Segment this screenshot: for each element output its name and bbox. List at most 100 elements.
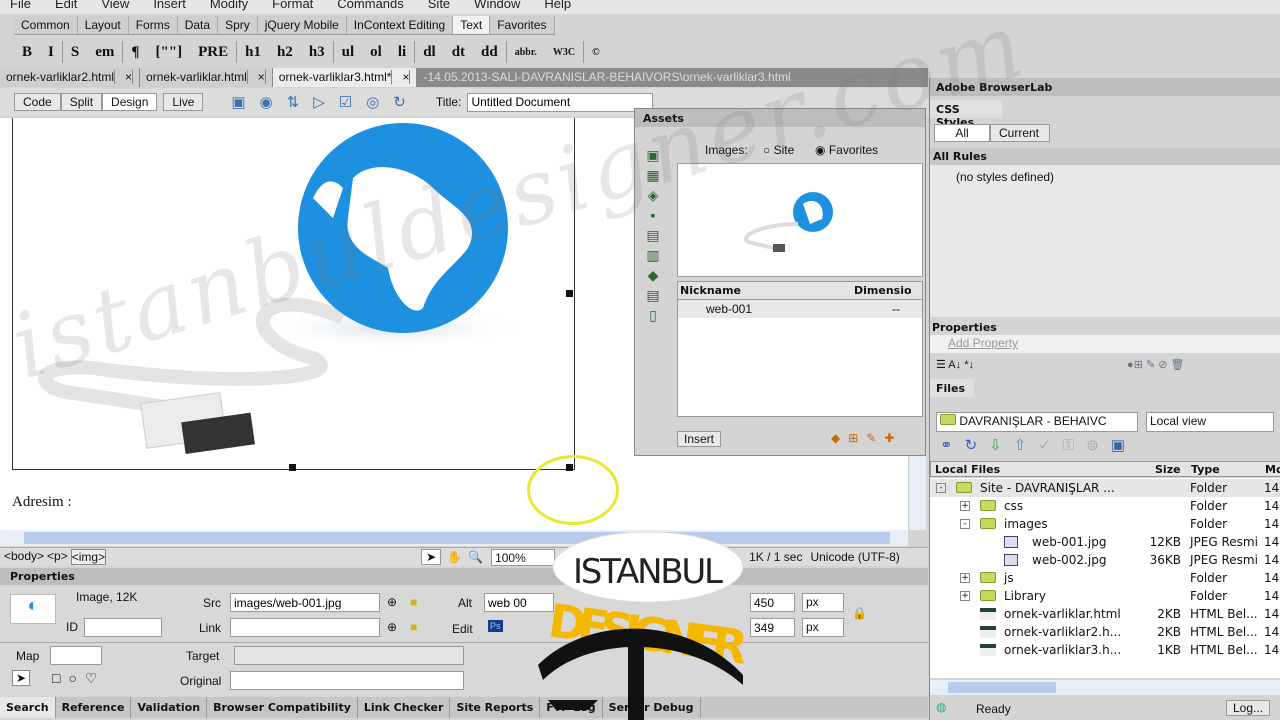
target-select[interactable] — [234, 646, 464, 665]
toolbar-icons[interactable]: ▣◉⇅▷☑◎↻ — [231, 93, 419, 111]
tag-selector[interactable]: <body> — [4, 549, 44, 565]
toolbar-button[interactable]: © — [584, 47, 607, 58]
rules-list[interactable]: (no styles defined) — [930, 165, 1280, 317]
expand-icon[interactable]: + — [960, 501, 970, 511]
tag-selector[interactable]: <p> — [47, 549, 68, 565]
select-tool-icon[interactable]: ➤ — [421, 549, 442, 565]
files-tab[interactable]: Files — [930, 379, 974, 397]
link-input[interactable] — [230, 618, 380, 637]
insert-tab[interactable]: Favorites — [490, 16, 555, 34]
view-select[interactable]: Local view — [1146, 412, 1274, 432]
toolbar-button[interactable]: h2 — [269, 44, 301, 61]
insert-tab[interactable]: Layout — [78, 16, 129, 34]
toolbar-button[interactable]: dt — [444, 44, 473, 61]
log-button[interactable]: Log... — [1226, 700, 1271, 716]
toolbar-button[interactable]: abbr. — [507, 47, 545, 58]
photoshop-edit-icon[interactable]: Ps — [488, 620, 503, 632]
asset-category-icons[interactable]: ▣ ▦ ◈ ▪ ▤ ▥ ◆ ▤ ▯ — [639, 145, 667, 335]
file-row[interactable]: ornek-varliklar3.h... 1KB HTML Bel... 14 — [930, 641, 1280, 659]
tag-selector[interactable]: <img> — [70, 549, 107, 565]
selected-image[interactable] — [12, 118, 575, 470]
view-live-button[interactable]: Live — [163, 93, 204, 111]
pointer-hotspot-icon[interactable]: ➤ — [12, 670, 31, 686]
results-tab[interactable]: Reference — [56, 697, 132, 718]
insert-tab[interactable]: Data — [178, 16, 219, 34]
map-input[interactable] — [50, 646, 102, 665]
menu-help[interactable]: Help — [534, 0, 585, 14]
files-horizontal-scrollbar[interactable] — [930, 680, 1280, 695]
resize-handle[interactable] — [566, 290, 573, 297]
original-input[interactable] — [230, 671, 464, 690]
type-header[interactable]: Type — [1191, 463, 1220, 476]
id-input[interactable] — [84, 618, 162, 637]
results-tab[interactable]: Link Checker — [358, 697, 451, 718]
hotspot-tools-icon[interactable]: □○♡ — [52, 670, 105, 687]
toolbar-button[interactable]: li — [390, 44, 414, 61]
menu-modify[interactable]: Modify — [200, 0, 262, 14]
insert-tab[interactable]: InContext Editing — [347, 16, 454, 34]
file-row[interactable]: + js Folder 14 — [930, 569, 1280, 587]
all-button[interactable]: All — [934, 124, 990, 142]
menu-commands[interactable]: Commands — [327, 0, 417, 14]
close-icon[interactable]: × — [392, 70, 411, 84]
file-row[interactable]: - Site - DAVRANIŞLAR ... Folder 14 — [930, 479, 1280, 497]
document-tab[interactable]: ornek-varliklar.html × — [140, 68, 273, 87]
add-property-link[interactable]: Add Property — [930, 335, 1280, 353]
point-to-file-icon[interactable]: ⊕ — [387, 595, 397, 609]
dimension-header[interactable]: Dimensio — [852, 282, 914, 299]
size-header[interactable]: Size — [1155, 463, 1181, 476]
local-files-header[interactable]: Local Files — [935, 463, 1000, 476]
file-row[interactable]: ornek-varliklar2.h... 2KB HTML Bel... 14 — [930, 623, 1280, 641]
file-row[interactable]: web-001.jpg 12KB JPEG Resmi 14 — [930, 533, 1280, 551]
browse-folder-icon[interactable]: ■ — [410, 620, 417, 634]
toolbar-button[interactable]: B — [14, 44, 40, 61]
toolbar-button[interactable]: ol — [362, 44, 390, 61]
insert-tab[interactable]: jQuery Mobile — [258, 16, 347, 34]
resize-handle[interactable] — [289, 464, 296, 471]
close-icon[interactable]: × — [247, 70, 266, 84]
toolbar-button[interactable]: S — [63, 44, 87, 61]
menu-view[interactable]: View — [91, 0, 143, 14]
toolbar-button[interactable]: I — [40, 44, 62, 61]
height-unit-select[interactable]: px — [802, 618, 844, 637]
browserlab-tab[interactable]: Adobe BrowserLab — [930, 78, 1280, 96]
nickname-header[interactable]: Nickname — [678, 282, 852, 299]
results-tab[interactable]: Search — [0, 697, 56, 718]
css-toolbar-icons[interactable]: ☰ A↓ *↓ ●⊞ ✎ ⊘ 🗑 — [930, 353, 1280, 379]
horizontal-scrollbar[interactable] — [0, 530, 908, 546]
hand-tool-icon[interactable]: ✋ — [447, 550, 462, 564]
insert-button[interactable]: Insert — [677, 431, 722, 447]
expand-icon[interactable]: - — [960, 519, 970, 529]
menu-edit[interactable]: Edit — [45, 0, 91, 14]
view-design-button[interactable]: Design — [102, 93, 158, 111]
asset-actions-icons[interactable]: ◆⊞✎✚ — [831, 431, 902, 445]
file-row[interactable]: + css Folder 14 — [930, 497, 1280, 515]
asset-row[interactable]: web-001 -- — [678, 300, 922, 318]
close-icon[interactable]: × — [115, 70, 134, 84]
toolbar-button[interactable]: h3 — [301, 44, 333, 61]
file-row[interactable]: - images Folder 14 — [930, 515, 1280, 533]
menu-file[interactable]: File — [0, 0, 45, 14]
document-tab[interactable]: ornek-varliklar3.html* × — [272, 68, 418, 87]
css-styles-tab[interactable]: CSS Styles — [930, 100, 1002, 129]
toolbar-button[interactable]: ¶ — [123, 44, 147, 61]
browse-folder-icon[interactable]: ■ — [410, 595, 417, 609]
view-split-button[interactable]: Split — [60, 93, 103, 111]
files-toolbar-icons[interactable]: ⚭↻⇩⇧✓⚿⊚▣ — [940, 436, 1137, 454]
insert-tab[interactable]: Forms — [129, 16, 178, 34]
site-select[interactable]: DAVRANIŞLAR - BEHAIVC — [936, 412, 1138, 432]
toolbar-button[interactable]: W3C — [545, 47, 583, 58]
favorites-radio[interactable]: ◉ Favorites — [815, 143, 878, 157]
width-unit-select[interactable]: px — [802, 593, 844, 612]
file-row[interactable]: + Library Folder 14 — [930, 587, 1280, 605]
toolbar-button[interactable]: em — [87, 44, 122, 61]
results-tab[interactable]: Site Reports — [450, 697, 541, 718]
toolbar-button[interactable]: dl — [415, 44, 444, 61]
toolbar-button[interactable]: h1 — [237, 44, 269, 61]
current-button[interactable]: Current — [990, 124, 1050, 142]
insert-tab[interactable]: Text — [453, 16, 491, 34]
document-tab[interactable]: ornek-varliklar2.html × — [0, 68, 141, 87]
toolbar-button[interactable]: ul — [334, 44, 363, 61]
insert-tab[interactable]: Spry — [218, 16, 258, 34]
view-code-button[interactable]: Code — [14, 93, 61, 111]
